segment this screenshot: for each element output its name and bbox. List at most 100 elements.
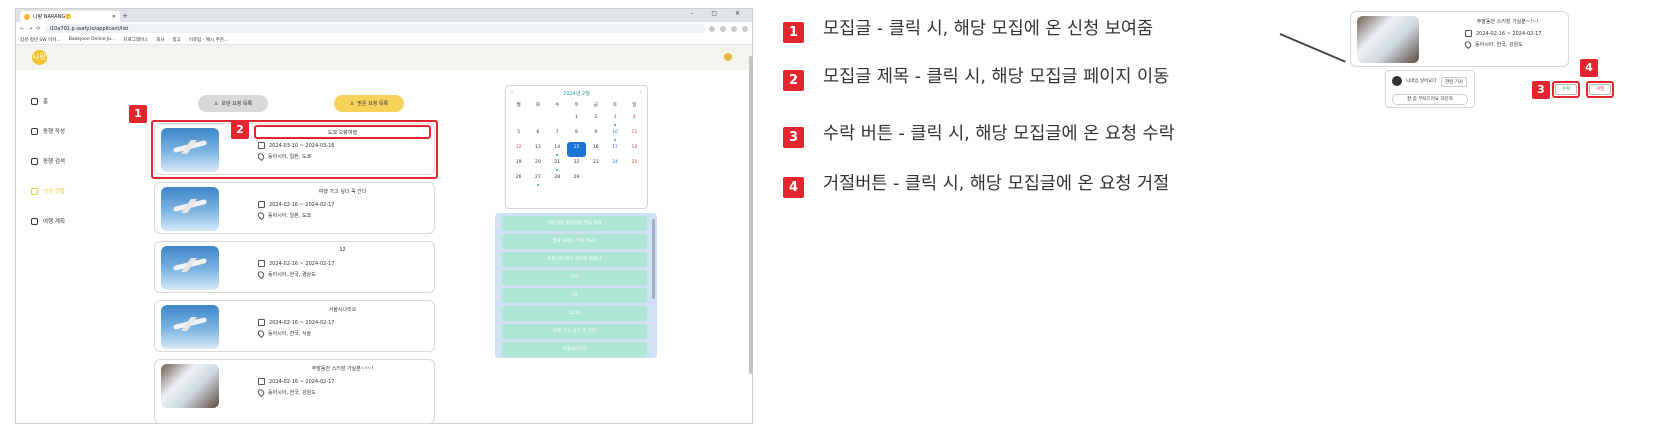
calendar-day[interactable]: 12 <box>509 142 528 157</box>
legend-number: 1 <box>783 22 804 43</box>
location-pin-icon <box>256 269 266 280</box>
new-tab-button[interactable]: + <box>120 11 130 22</box>
bookmark[interactable]: Baekjoon Online Ju... <box>69 37 116 42</box>
weekday-label: 수 <box>555 103 560 108</box>
calendar-day[interactable]: 7 <box>548 127 567 142</box>
event-dot-icon <box>614 124 617 126</box>
plan-list-scrollbar[interactable] <box>652 219 655 299</box>
bookmark[interactable]: 프로그래머스 <box>123 37 148 43</box>
plan-item[interactable]: 12 <box>502 288 647 303</box>
card-title[interactable]: 서울시나리오 <box>255 306 430 313</box>
app-logo[interactable]: 나랑 <box>32 50 47 65</box>
calendar-day[interactable]: 25 <box>625 157 644 172</box>
bookmark[interactable]: 참고 <box>173 37 181 43</box>
plan-item[interactable]: 서울시나리오 <box>502 342 647 357</box>
event-dot-icon <box>556 154 559 156</box>
recruit-card[interactable]: 주말동안 스키장 가실분~!~! 2024-02-16 ~ 2024-02-17… <box>154 359 435 424</box>
prev-month-icon[interactable]: ‹ <box>511 90 513 96</box>
page-scrollbar[interactable] <box>749 56 753 374</box>
calendar-day[interactable]: 5 <box>509 127 528 142</box>
card-title[interactable]: 도쿄 오랑여행 <box>255 129 430 136</box>
calendar-day[interactable]: 9 <box>586 127 605 142</box>
calendar-day[interactable]: 27 <box>528 172 547 187</box>
calendar-day[interactable]: 6 <box>528 127 547 142</box>
sidebar-item-search[interactable]: 동행 검색 <box>31 146 101 176</box>
bookmark[interactable]: 회사 <box>156 37 164 43</box>
sidebar-item-home[interactable]: 홈 <box>31 86 101 116</box>
calendar-day[interactable]: 13 <box>528 142 547 157</box>
profile-icon[interactable] <box>742 25 748 32</box>
calendar-day[interactable]: 20 <box>528 157 547 172</box>
bookmark[interactable]: 이로팁 - 예시 추천... <box>189 37 228 43</box>
card-title[interactable]: 여행 가고 싶다 꼭 간다 <box>255 188 430 195</box>
card-title[interactable]: 주말동안 스키장 가실분~!~! <box>255 365 430 372</box>
calendar-day[interactable]: 16 <box>586 142 605 157</box>
calendar-icon <box>31 217 38 225</box>
calendar-day[interactable]: 2 <box>586 112 605 127</box>
calendar-day[interactable]: 26 <box>509 172 528 187</box>
legend-item: 2 모집글 제목 - 클릭 시, 해당 모집글 페이지 이동 <box>783 66 1223 91</box>
weekday-label: 화 <box>535 103 540 108</box>
next-month-icon[interactable]: › <box>640 90 642 96</box>
calendar-day[interactable]: 17 <box>605 142 624 157</box>
received-requests-button[interactable]: ♙ 받은 요청 목록 <box>334 95 404 112</box>
forward-icon[interactable]: → <box>28 26 32 32</box>
calendar-day[interactable]: 23 <box>586 157 605 172</box>
recruit-card[interactable]: 서울시나리오 2024-02-16 ~ 2024-02-17 동아시아, 한국,… <box>154 300 435 352</box>
plan-item[interactable]: 1234 <box>502 306 647 321</box>
card-thumbnail <box>161 128 219 172</box>
url-input[interactable]: i10a701.p.ssafy.io/applicant/list <box>44 24 705 33</box>
sent-requests-button[interactable]: ♙ 보낸 요청 목록 <box>198 95 268 112</box>
plan-item[interactable]: 대학생들 졸업여행 전국 여행 <box>502 216 647 231</box>
calendar-icon <box>258 319 265 326</box>
calendar-day[interactable]: 3 <box>605 112 624 127</box>
extension-icon[interactable] <box>731 25 737 32</box>
back-icon[interactable]: ← <box>20 26 24 32</box>
accept-button[interactable]: 수락 <box>1555 84 1577 95</box>
calendar-day[interactable]: 10 <box>605 127 624 142</box>
profile-link[interactable]: 관련 기사 <box>1441 77 1467 87</box>
app-header: 나랑 <box>16 45 752 70</box>
weekday-label: 목 <box>574 103 579 108</box>
plan-item[interactable]: 발표 보세요 이게 까요? <box>502 234 647 249</box>
bookmark[interactable]: 삼성 청년 SW 아카... <box>20 37 61 43</box>
calendar-day[interactable]: 14 <box>548 142 567 157</box>
calendar-icon <box>258 260 265 267</box>
close-tab-icon[interactable]: ✕ <box>112 14 116 20</box>
plan-item[interactable]: 여행 가고 싶다 꼭 간다 <box>502 324 647 339</box>
user-avatar[interactable] <box>724 53 732 61</box>
reload-icon[interactable]: ⟳ <box>36 26 40 32</box>
card-dates: 2024-02-16 ~ 2024-02-17 <box>258 319 334 326</box>
sidebar-item-write[interactable]: 동행 작성 <box>31 116 101 146</box>
calendar-day[interactable]: 8 <box>567 127 586 142</box>
calendar-day[interactable]: 21 <box>548 157 567 172</box>
sidebar-item-plan[interactable]: 여행 계획 <box>31 206 101 236</box>
extension-icon[interactable] <box>709 25 715 32</box>
card-title[interactable]: 12 <box>255 247 430 253</box>
recruit-card[interactable]: 12 2024-02-16 ~ 2024-02-17 동아시아, 한국, 경상도 <box>154 241 435 293</box>
window-controls[interactable]: – ▢ ✕ <box>690 10 748 17</box>
sidebar-item-applications[interactable]: 신청 현황 <box>31 176 101 206</box>
calendar-day[interactable]: 15 <box>566 142 587 157</box>
calendar-day[interactable]: 18 <box>625 142 644 157</box>
extension-icon[interactable] <box>720 25 726 32</box>
calendar-day[interactable]: 1 <box>567 112 586 127</box>
browser-tab[interactable]: 나랑 NARANG🙂 ✕ <box>20 11 120 22</box>
calendar-day[interactable]: 22 <box>567 157 586 172</box>
calendar-day[interactable]: 28 <box>548 172 567 187</box>
plan-item[interactable]: 123 <box>502 270 647 285</box>
calendar-day[interactable]: 24 <box>605 157 624 172</box>
recruit-card[interactable]: 도쿄 오랑여행 2024-03-10 ~ 2024-03-16 동아시아, 일본… <box>154 123 435 175</box>
location-text: 동아시아, 일본, 도쿄 <box>268 213 312 219</box>
edit-icon <box>31 127 38 135</box>
sidebar-item-label: 홈 <box>43 99 49 105</box>
calendar-day[interactable]: 11 <box>625 127 644 142</box>
card-location: 동아시아, 한국, 강원도 <box>256 387 316 398</box>
recruit-card[interactable]: 여행 가고 싶다 꼭 간다 2024-02-16 ~ 2024-02-17 동아… <box>154 182 435 234</box>
reject-button[interactable]: 거절 <box>1589 84 1611 95</box>
card-location: 동아시아, 한국, 서울 <box>256 328 311 339</box>
plan-item[interactable]: 이번 서나리오 안으로 롤업나 <box>502 252 647 267</box>
calendar-day[interactable]: 4 <box>625 112 644 127</box>
calendar-day[interactable]: 19 <box>509 157 528 172</box>
calendar-day[interactable]: 29 <box>567 172 586 187</box>
